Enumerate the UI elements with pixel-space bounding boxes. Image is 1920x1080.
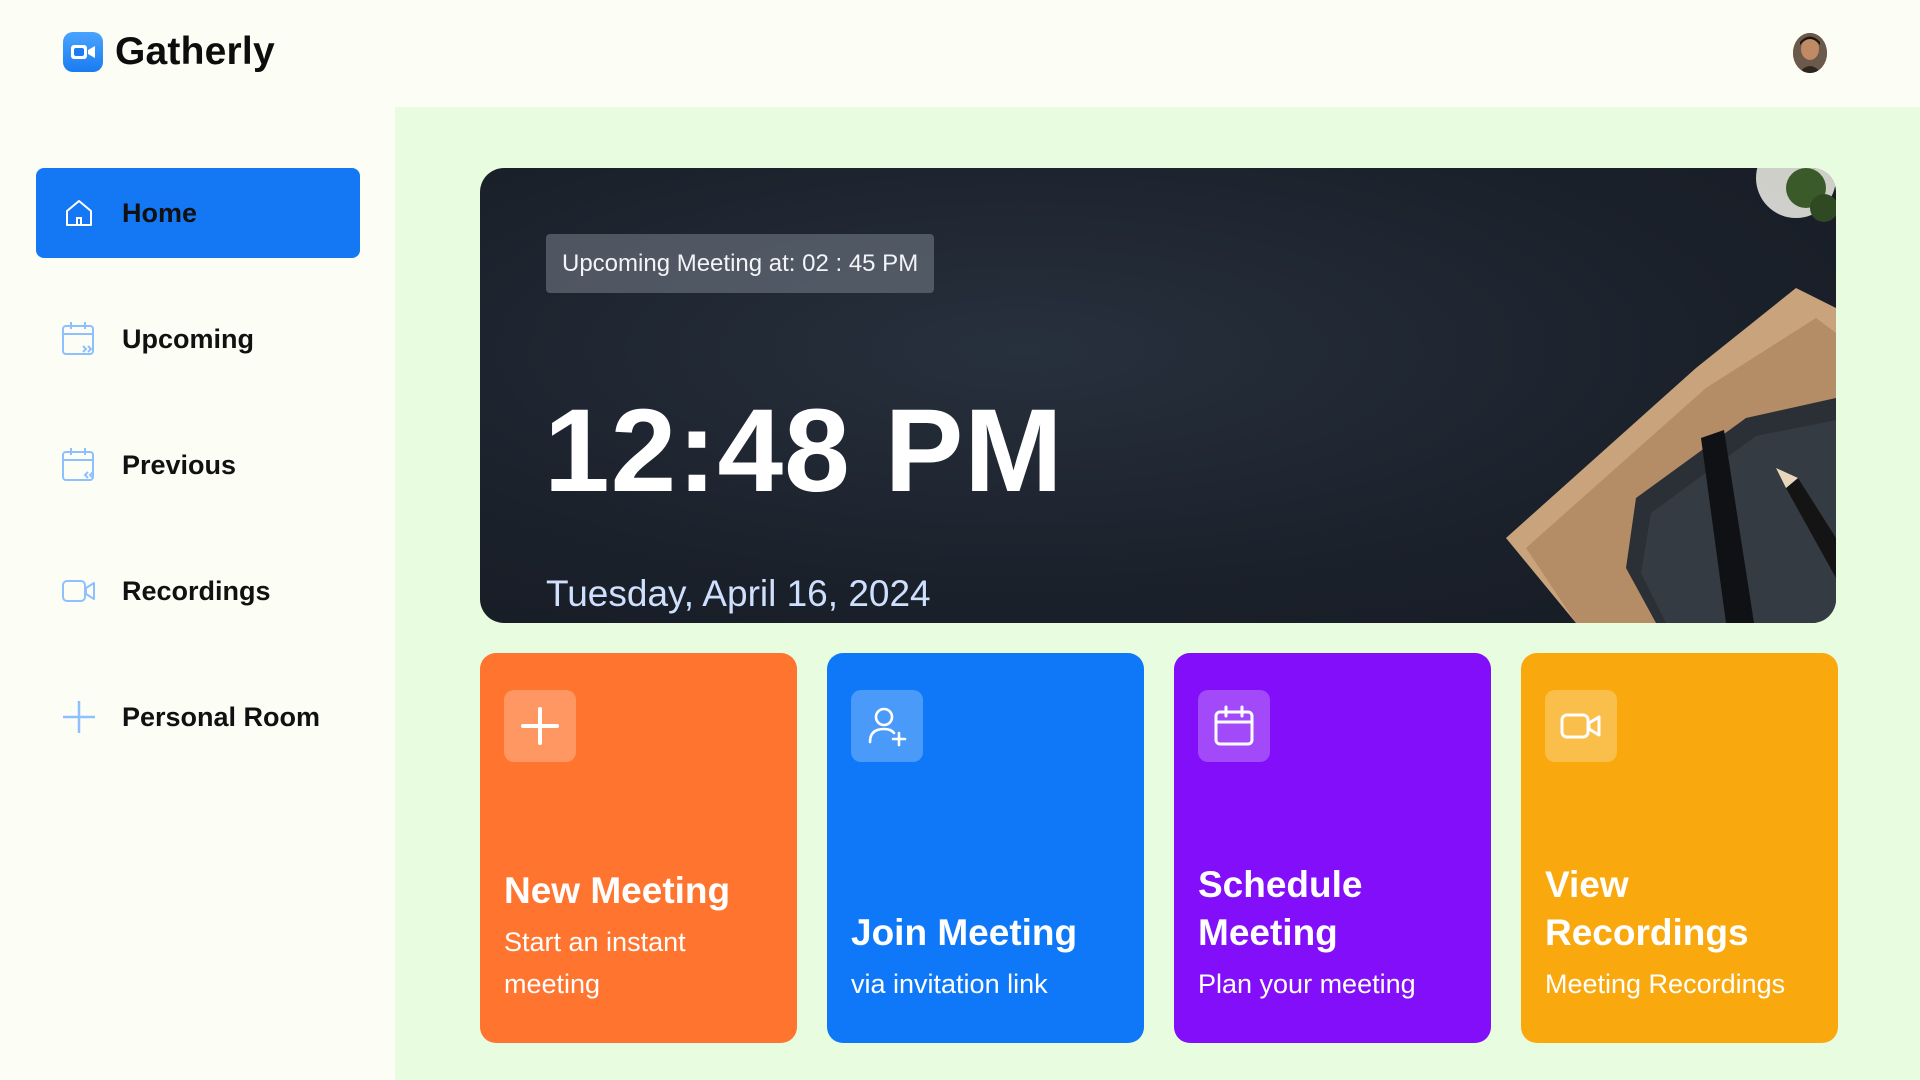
app-name: Gatherly [115,30,275,73]
plus-icon [60,698,98,736]
sidebar-item-label: Personal Room [122,701,321,732]
view-recordings-card[interactable]: View Recordings Meeting Recordings [1521,653,1838,1043]
video-camera-icon [63,32,103,72]
video-icon [1545,690,1617,762]
add-user-icon [851,690,923,762]
card-title: Schedule Meeting [1198,864,1363,953]
action-cards: New Meeting Start an instant meeting Joi… [480,653,1838,1043]
sidebar-item-label: Upcoming [122,323,254,354]
card-title: Join Meeting [851,912,1078,953]
card-subtitle: via invitation link [851,969,1048,999]
sidebar: Home Upcoming Previous Recordings Person… [0,107,395,1080]
sidebar-item-label: Recordings [122,575,271,606]
sidebar-item-personal-room[interactable]: Personal Room [36,672,360,762]
sidebar-item-label: Previous [122,449,237,480]
user-avatar[interactable] [1793,33,1827,73]
brand-logo[interactable]: Gatherly [63,30,275,74]
sidebar-item-label: Home [122,197,198,228]
calendar-icon [1198,690,1270,762]
video-icon [60,572,98,610]
sidebar-item-upcoming[interactable]: Upcoming [36,294,360,384]
schedule-meeting-card[interactable]: Schedule Meeting Plan your meeting [1174,653,1491,1043]
home-icon [60,194,98,232]
card-subtitle: Plan your meeting [1198,969,1416,999]
top-bar: Gatherly [0,0,1920,107]
card-title: New Meeting [504,870,731,911]
desk-notebook-image [1506,168,1836,623]
upcoming-meeting-badge: Upcoming Meeting at: 02 : 45 PM [546,234,935,293]
sidebar-item-recordings[interactable]: Recordings [36,546,360,636]
hero-banner: Upcoming Meeting at: 02 : 45 PM 12:48 PM… [480,168,1836,623]
main-content: Upcoming Meeting at: 02 : 45 PM 12:48 PM… [395,107,1920,1080]
current-date: Tuesday, April 16, 2024 [546,573,931,614]
plus-icon [504,690,576,762]
card-title: View Recordings [1545,864,1749,953]
card-subtitle: Meeting Recordings [1545,969,1786,999]
current-time: 12:48 PM [544,385,1064,517]
calendar-back-icon [60,446,98,484]
new-meeting-card[interactable]: New Meeting Start an instant meeting [480,653,797,1043]
calendar-forward-icon [60,320,98,358]
sidebar-item-previous[interactable]: Previous [36,420,360,510]
sidebar-item-home[interactable]: Home [36,168,360,258]
join-meeting-card[interactable]: Join Meeting via invitation link [827,653,1144,1043]
card-subtitle: Start an instant meeting [504,927,686,999]
